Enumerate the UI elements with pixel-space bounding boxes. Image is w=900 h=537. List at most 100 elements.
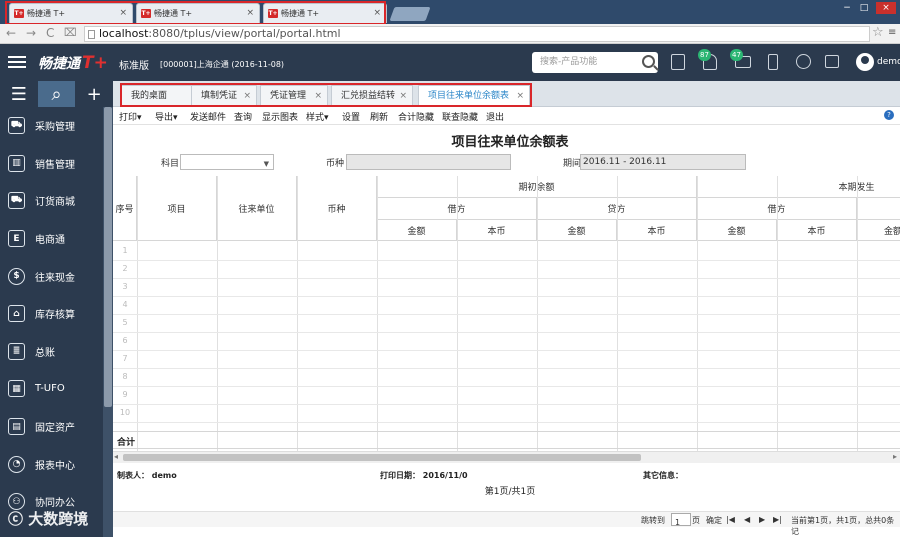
tplus-favicon-icon: T+	[14, 9, 24, 18]
help-circle-icon[interactable]	[796, 54, 811, 69]
scroll-left-icon[interactable]: ◂	[114, 452, 118, 461]
username[interactable]: demo	[877, 57, 900, 67]
tab-fill-voucher[interactable]: 填制凭证 ×	[191, 85, 257, 106]
new-tab-button[interactable]	[389, 7, 431, 21]
hide-total-button[interactable]: 合计隐藏	[398, 110, 434, 123]
url-input[interactable]: localhost:8080/tplus/view/portal/portal.…	[84, 26, 870, 42]
tab-project-partner-balance[interactable]: 项目往来单位余额表 ×	[418, 85, 530, 106]
warehouse-icon: ⌂	[8, 305, 25, 323]
page-info: 第1页/共1页	[484, 487, 536, 497]
period-field[interactable]: 2016.11 - 2016.11	[580, 154, 746, 170]
minimize-icon[interactable]: −	[840, 2, 854, 14]
sidebar-item-sales[interactable]: ▥ 销售管理	[0, 145, 103, 183]
currency-field[interactable]	[346, 154, 511, 170]
sidebar-item-tufo[interactable]: ▦ T-UFO	[0, 370, 103, 408]
settings-button[interactable]: 设置	[342, 110, 360, 123]
style-button[interactable]: 样式▾	[306, 110, 329, 123]
close-icon[interactable]: ×	[243, 86, 251, 106]
url-path: :8080/tplus/view/portal/portal.html	[148, 27, 341, 40]
maximize-icon[interactable]: □	[857, 2, 871, 14]
page-number-input[interactable]: 1	[671, 513, 691, 527]
row-line	[113, 314, 900, 315]
scrollbar-thumb[interactable]	[104, 107, 112, 407]
search-icon[interactable]	[642, 55, 655, 68]
hide-drilldown-button[interactable]: 联查隐藏	[442, 110, 478, 123]
bookmark-star-icon[interactable]: ☆	[872, 25, 884, 40]
reload-icon[interactable]: C	[46, 26, 54, 40]
search-icon[interactable]: ⌕	[37, 81, 76, 107]
trash-icon[interactable]: ⌧	[64, 26, 77, 39]
sidebar-item-fixed-assets[interactable]: ▤ 固定资产	[0, 408, 103, 446]
show-chart-button[interactable]: 显示图表	[262, 110, 298, 123]
send-email-button[interactable]: 发送邮件	[190, 110, 226, 123]
tab-label: 项目往来单位余额表	[428, 91, 510, 101]
window-close-icon[interactable]: ×	[876, 2, 896, 14]
browser-tab-2[interactable]: T+ 畅捷通 T+ ×	[136, 3, 260, 23]
chat-icon[interactable]	[825, 55, 839, 68]
page-tabs: 我的桌面 填制凭证 × 凭证管理 × 汇兑损益结转 × 项目往来单位余额表 ×	[113, 81, 900, 107]
calendar-icon[interactable]	[671, 54, 685, 70]
menu-hamburger-icon[interactable]	[8, 54, 26, 70]
close-icon[interactable]: ×	[516, 86, 524, 106]
refresh-button[interactable]: 刷新	[370, 110, 388, 123]
row-number: 7	[122, 354, 128, 363]
report-maker: 制表人： demo	[117, 471, 177, 480]
row-number: 1	[122, 246, 128, 255]
horizontal-scrollbar[interactable]: ◂ ▸	[113, 451, 900, 463]
feature-search-input[interactable]: 搜索-产品功能	[532, 52, 658, 73]
close-icon[interactable]: ×	[119, 8, 127, 18]
tab-my-desktop[interactable]: 我的桌面	[121, 85, 193, 106]
sidebar: ☰ ⌕ + ⛟ 采购管理 ▥ 销售管理 ⛟ 订货商城 E 电商通 $ 往来现金 ⌂ 库存核算…	[0, 81, 113, 537]
export-button[interactable]: 导出▾	[155, 110, 178, 123]
row-number: 2	[122, 264, 128, 273]
sidebar-item-purchase[interactable]: ⛟ 采购管理	[0, 107, 103, 145]
pie-chart-icon: ◔	[8, 455, 25, 473]
close-icon[interactable]: ×	[246, 8, 254, 18]
help-icon[interactable]: ?	[884, 110, 894, 120]
row-line	[113, 260, 900, 261]
goto-label: 跳转到	[641, 516, 665, 525]
list-menu-icon[interactable]: ☰	[0, 81, 38, 107]
sidebar-item-ledger[interactable]: ≣ 总账	[0, 333, 103, 371]
scrollbar-thumb[interactable]	[123, 454, 641, 461]
forward-arrow-icon[interactable]: →	[26, 26, 36, 40]
sidebar-item-label: 销售管理	[35, 159, 75, 171]
header-amount: 金额	[377, 220, 457, 241]
add-plus-icon[interactable]: +	[75, 81, 113, 107]
exit-button[interactable]: 退出	[486, 110, 504, 123]
sidebar-item-label: 协同办公	[35, 498, 75, 510]
confirm-button[interactable]: 确定	[706, 515, 722, 526]
next-page-icon[interactable]: ▶	[759, 515, 765, 524]
mobile-icon[interactable]	[768, 54, 778, 70]
header-current-credit-cut	[857, 198, 900, 220]
tab-exchange-gain-loss[interactable]: 汇兑损益结转 ×	[331, 85, 413, 106]
browser-menu-icon[interactable]: ≡	[888, 27, 896, 38]
sidebar-item-inventory[interactable]: ⌂ 库存核算	[0, 295, 103, 333]
scroll-right-icon[interactable]: ▸	[893, 452, 897, 461]
close-icon[interactable]: ×	[314, 86, 322, 106]
last-page-icon[interactable]: ▶|	[773, 515, 782, 524]
query-button[interactable]: 查询	[234, 110, 252, 123]
row-number: 3	[122, 282, 128, 291]
prev-page-icon[interactable]: ◀	[744, 515, 750, 524]
close-icon[interactable]: ×	[399, 86, 407, 106]
back-arrow-icon[interactable]: ←	[6, 26, 16, 40]
subject-select[interactable]: ▼	[180, 154, 274, 170]
sidebar-item-report-center[interactable]: ◔ 报表中心	[0, 445, 103, 483]
first-page-icon[interactable]: |◀	[726, 515, 735, 524]
sidebar-item-order-mall[interactable]: ⛟ 订货商城	[0, 182, 103, 220]
sidebar-item-ecommerce[interactable]: E 电商通	[0, 220, 103, 258]
print-button[interactable]: 打印▾	[119, 110, 142, 123]
sidebar-item-cash[interactable]: $ 往来现金	[0, 257, 103, 295]
browser-tab-1[interactable]: T+ 畅捷通 T+ ×	[9, 3, 133, 23]
sidebar-scrollbar[interactable]	[103, 107, 113, 537]
row-line	[113, 368, 900, 369]
close-icon[interactable]: ×	[373, 8, 381, 18]
avatar[interactable]	[856, 53, 874, 71]
tab-voucher-management[interactable]: 凭证管理 ×	[260, 85, 328, 106]
browser-tab-3[interactable]: T+ 畅捷通 T+ ×	[263, 3, 387, 23]
dollar-icon: $	[8, 267, 25, 285]
ecommerce-icon: E	[8, 230, 25, 248]
pager-status: 当前第1页，共1页，总共0条记	[791, 516, 895, 536]
ledger-icon: ≣	[8, 342, 25, 360]
